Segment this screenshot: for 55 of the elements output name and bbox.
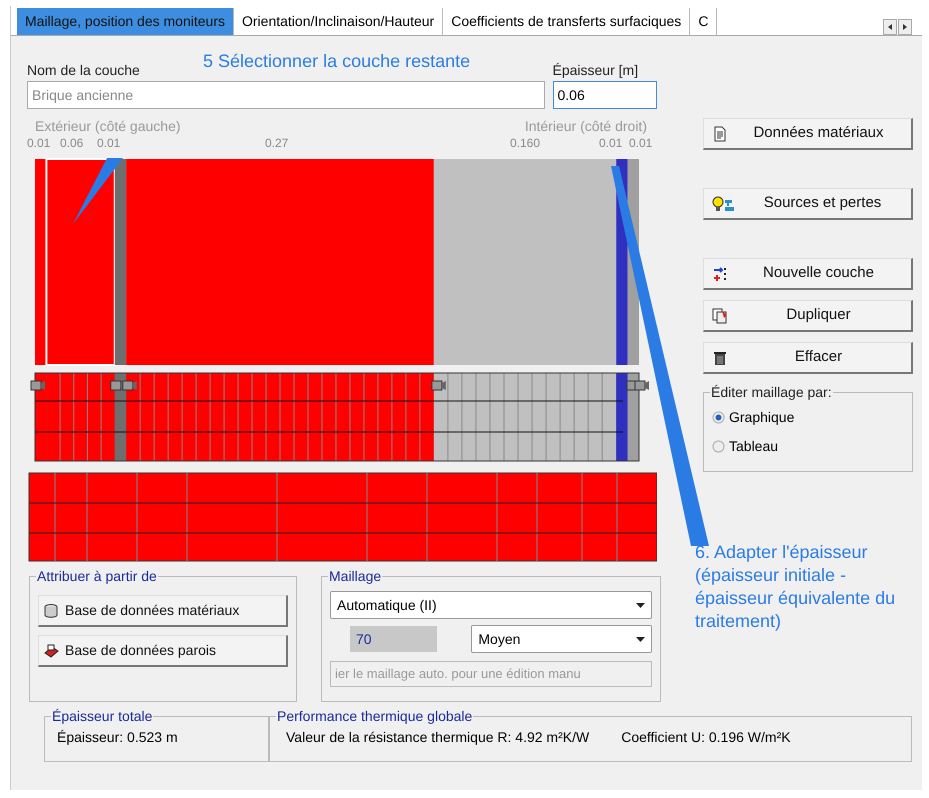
caret-icon [636,636,645,642]
dropdown[interactable]: Moyen [471,625,652,653]
trash-icon [712,350,728,366]
field-label: Nom de la couche [27,61,140,80]
callout-arrow [73,158,123,224]
layer-bar[interactable] [45,158,116,366]
document-icon [712,126,728,142]
callout-text: 6. Adapter l'épaisseur (épaisseur initiale - épaisseur équivalente du traitement) [695,541,896,633]
add-layer-icon [712,266,728,282]
layer-thickness-label: 0.01 [27,136,50,150]
layer-thickness-label: 0.01 [599,136,622,150]
interior-label: Intérieur (côté droit) [524,118,647,134]
tab[interactable]: Maillage, position des moniteurs [17,8,234,35]
callout-text: 5 Sélectionner la couche restante [203,50,470,73]
right-arrow-icon [901,22,909,32]
layer-thickness-label: 0.160 [510,136,540,150]
count-field: 70 [350,626,438,652]
thickness-field[interactable]: 0.06 [552,81,657,109]
group-title: Épaisseur totale [51,708,154,724]
button[interactable]: Sources et pertes [703,188,913,220]
total-thickness-text: Épaisseur: 0.523 m [57,728,179,747]
layer-name-field[interactable]: Brique ancienne [27,81,544,109]
button[interactable]: Base de données matériaux [38,595,288,627]
layer-thickness-label: 0.27 [265,136,288,150]
button[interactable]: Nouvelle couche [703,258,913,290]
field-label: Épaisseur [m] [552,61,638,80]
u-value-text: Coefficient U: 0.196 W/m²K [621,728,791,747]
radio-label: Tableau [729,437,778,456]
scroll-right-button[interactable] [898,19,912,35]
group-title: Maillage [328,568,382,584]
delete-button[interactable]: Effacer [703,342,913,374]
layer-bar[interactable] [35,159,46,365]
layer-bar[interactable] [114,159,126,365]
layer-thickness-label: 0.01 [97,136,120,150]
button[interactable]: Données matériaux [703,118,913,150]
resistance-text: Valeur de la résistance thermique R: 4.92 m²K/W [286,728,590,747]
caret-icon [636,602,645,608]
dropdown[interactable]: Automatique (II) [330,591,652,619]
group-title: Attribuer à partir de [36,568,158,584]
group-title: Éditer maillage par: [710,384,833,400]
left-arrow-icon [886,22,894,32]
copy-icon [712,308,728,324]
button[interactable]: Base de données parois [38,635,288,667]
layer-thickness-label: 0.06 [60,136,84,150]
stack-icon [43,642,59,658]
group-title: Performance thermique globale [276,708,474,724]
lightbulb-tap-icon [712,196,736,212]
exterior-label: Extérieur (côté gauche) [35,118,181,134]
scroll-left-button[interactable] [883,19,897,35]
radio-button[interactable] [712,440,725,453]
database-icon [43,602,59,618]
layer-thickness-label: 0.01 [629,136,652,150]
button[interactable]: Dupliquer [703,300,913,332]
radio-button[interactable] [712,411,725,424]
radio-label: Graphique [729,408,794,427]
